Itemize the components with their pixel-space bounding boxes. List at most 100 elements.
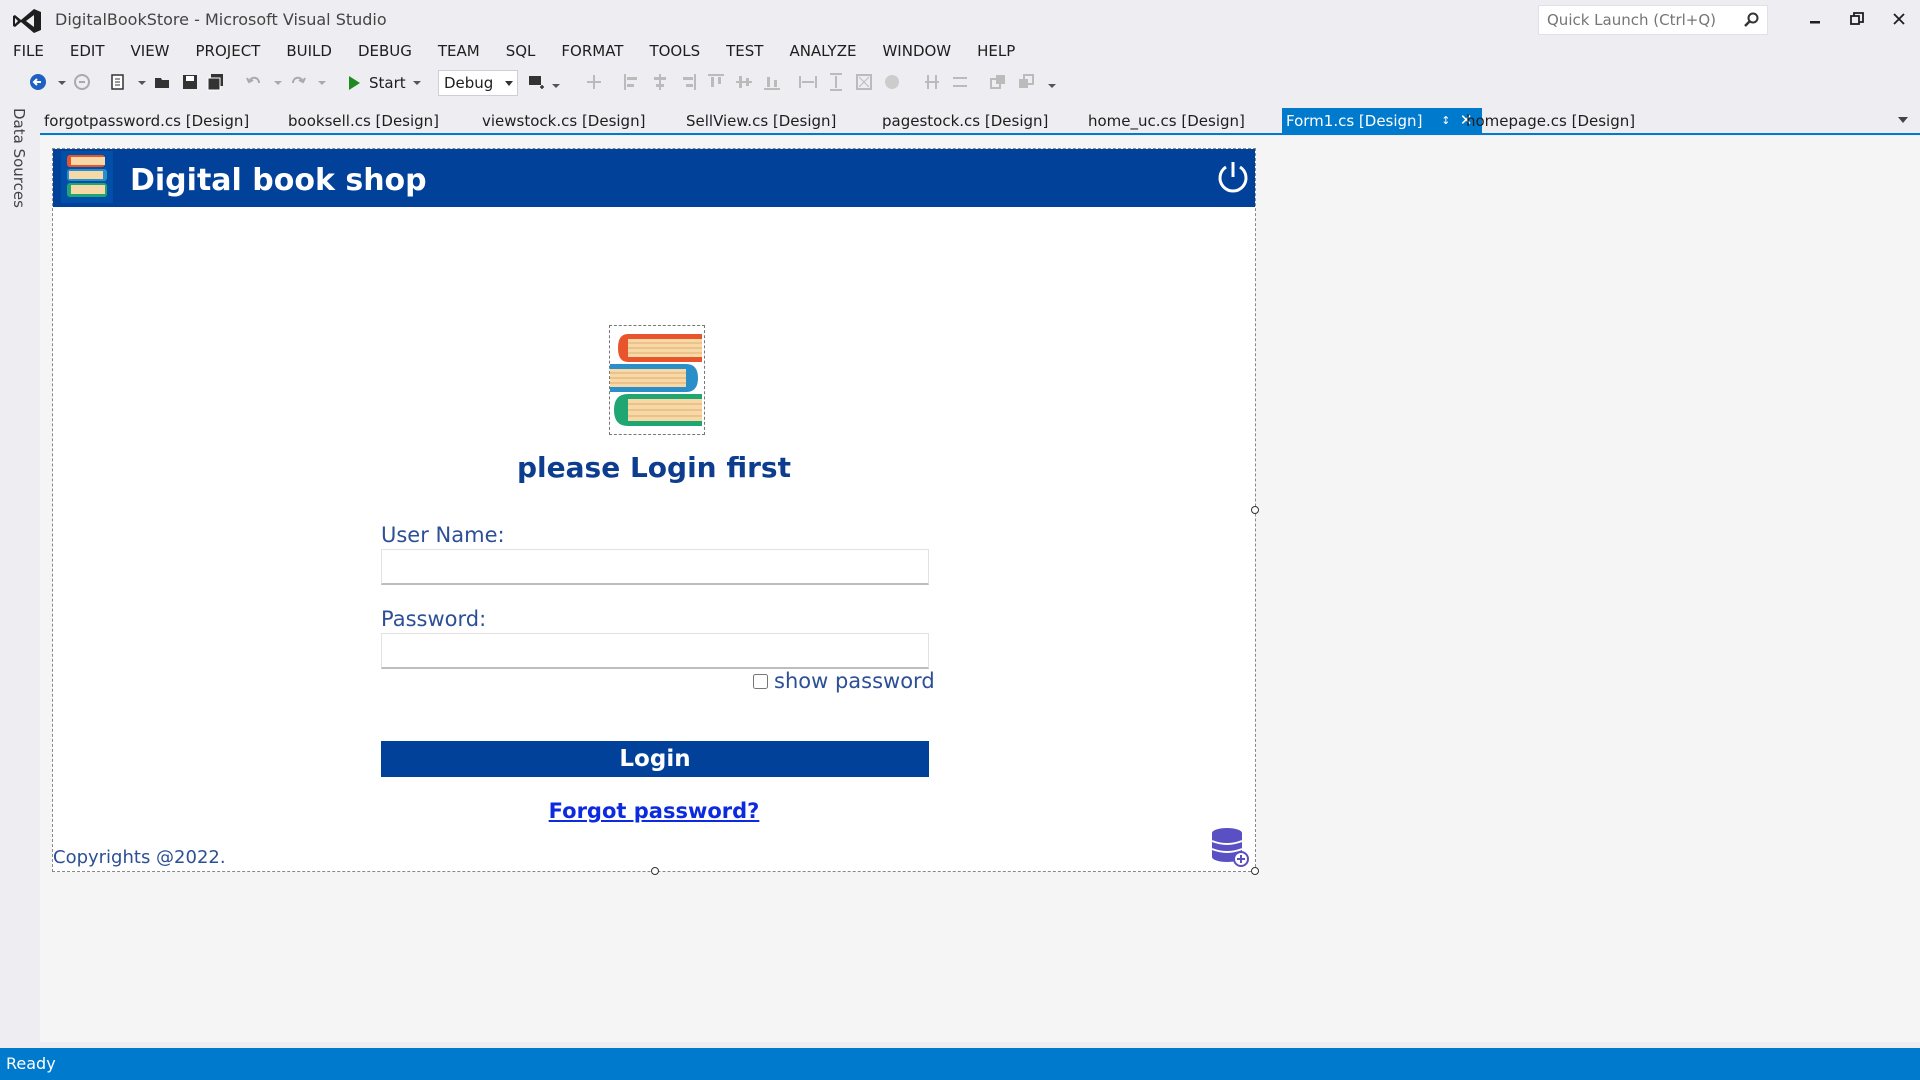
close-icon [1893,13,1905,25]
save-icon[interactable] [180,72,200,92]
menu-analyze[interactable]: ANALYZE [776,40,869,64]
restore-icon [1850,12,1864,25]
menu-help[interactable]: HELP [964,40,1028,64]
tab-viewstock[interactable]: viewstock.cs [Design] [478,108,649,133]
align-tops-icon[interactable] [706,72,726,92]
tab-form1-label: Form1.cs [Design] [1286,112,1423,130]
tab-order-icon[interactable] [526,72,546,92]
resize-handle-bottom[interactable] [651,867,659,875]
chevron-down-icon [505,81,513,86]
show-password-checkbox[interactable] [753,673,768,689]
menu-file[interactable]: FILE [0,40,57,64]
menu-debug[interactable]: DEBUG [345,40,425,64]
power-icon[interactable] [1215,159,1251,195]
resize-handle-right[interactable] [1251,506,1259,514]
dropdown-arrow-icon[interactable] [268,72,288,92]
username-label: User Name: [381,523,505,547]
start-label: Start [369,74,406,92]
menu-tools[interactable]: TOOLS [636,40,713,64]
solution-configuration-select[interactable]: Debug [438,70,518,96]
quick-launch-input[interactable] [1539,6,1729,34]
vertical-spacing-icon[interactable] [950,72,970,92]
document-tabs: forgotpassword.cs [Design] booksell.cs [… [40,108,1920,135]
close-window-button[interactable] [1884,6,1914,32]
align-lefts-icon[interactable] [622,72,642,92]
menu-project[interactable]: PROJECT [183,40,274,64]
forgot-password-link[interactable]: Forgot password? [53,799,1255,823]
menu-bar: FILE EDIT VIEW PROJECT BUILD DEBUG TEAM … [0,40,1028,64]
status-bar: Ready [0,1048,1920,1080]
tab-booksell[interactable]: booksell.cs [Design] [284,108,443,133]
align-middles-icon[interactable] [734,72,754,92]
pin-icon[interactable]: ↕ [1441,114,1450,127]
dropdown-arrow-icon[interactable] [546,72,566,92]
login-heading: please Login first [517,451,791,484]
data-sources-tab[interactable]: Data Sources [10,108,28,208]
menu-window[interactable]: WINDOW [869,40,964,64]
menu-sql[interactable]: SQL [493,40,549,64]
tab-pagestock[interactable]: pagestock.cs [Design] [878,108,1052,133]
copyright-label: Copyrights @2022. [53,847,226,868]
redo-icon[interactable] [288,72,308,92]
menu-test[interactable]: TEST [713,40,776,64]
make-same-height-icon[interactable] [826,72,846,92]
app-title: Digital book shop [130,163,427,198]
visual-studio-logo-icon [13,9,41,33]
show-password-option[interactable]: show password [753,669,935,693]
align-to-grid-icon[interactable] [584,72,604,92]
login-button[interactable]: Login [381,741,929,777]
quick-launch-box[interactable] [1538,5,1768,35]
title-bar: DigitalBookStore - Microsoft Visual Stud… [0,0,1920,38]
tab-forgotpassword[interactable]: forgotpassword.cs [Design] [40,108,253,133]
form-designer[interactable]: Digital book shop please Login first Use… [52,148,1256,872]
password-input[interactable] [381,633,929,669]
send-to-back-icon[interactable] [1016,72,1036,92]
menu-format[interactable]: FORMAT [548,40,636,64]
password-label: Password: [381,607,487,631]
tab-home-uc[interactable]: home_uc.cs [Design] [1084,108,1249,133]
tab-homepage[interactable]: homepage.cs [Design] [1462,108,1639,133]
align-centers-icon[interactable] [650,72,670,92]
toolbar-options-icon[interactable] [1042,72,1062,92]
horizontal-spacing-icon[interactable] [922,72,942,92]
books-picturebox[interactable] [609,325,705,435]
align-rights-icon[interactable] [678,72,698,92]
start-debugging-button[interactable]: Start [347,70,424,96]
align-bottoms-icon[interactable] [762,72,782,92]
dropdown-arrow-icon[interactable] [52,72,72,92]
menu-build[interactable]: BUILD [273,40,345,64]
open-file-icon[interactable] [152,72,172,92]
tab-form1[interactable]: Form1.cs [Design] ↕ ✕ [1282,108,1483,133]
username-input[interactable] [381,549,929,585]
search-icon[interactable] [1743,12,1759,28]
status-text: Ready [6,1054,56,1073]
dropdown-arrow-icon[interactable] [132,72,152,92]
make-same-size-icon[interactable] [854,72,874,92]
database-add-icon[interactable] [1209,825,1251,867]
navigate-forward-icon[interactable] [72,72,92,92]
side-panel-strip [0,104,38,1044]
play-icon [349,76,360,90]
resize-handle-corner[interactable] [1251,867,1259,875]
tabs-dropdown-icon[interactable] [1898,117,1908,123]
books-stack-icon [610,334,702,426]
navigate-back-icon[interactable] [28,72,48,92]
save-all-icon[interactable] [206,72,226,92]
new-project-icon[interactable] [108,72,128,92]
menu-team[interactable]: TEAM [425,40,493,64]
standard-toolbar: Start Debug [12,68,1092,98]
minimize-button[interactable] [1800,6,1830,32]
bring-to-front-icon[interactable] [988,72,1008,92]
menu-edit[interactable]: EDIT [57,40,118,64]
make-same-width-icon[interactable] [798,72,818,92]
books-logo-icon [61,151,113,203]
undo-icon[interactable] [244,72,264,92]
tab-sellview[interactable]: SellView.cs [Design] [682,108,840,133]
minimize-icon [1810,21,1820,24]
size-to-grid-icon[interactable] [882,72,902,92]
menu-view[interactable]: VIEW [118,40,183,64]
window-title: DigitalBookStore - Microsoft Visual Stud… [55,10,387,29]
restore-button[interactable] [1842,6,1872,32]
dropdown-arrow-icon[interactable] [312,72,332,92]
dropdown-arrow-icon[interactable] [410,76,424,90]
